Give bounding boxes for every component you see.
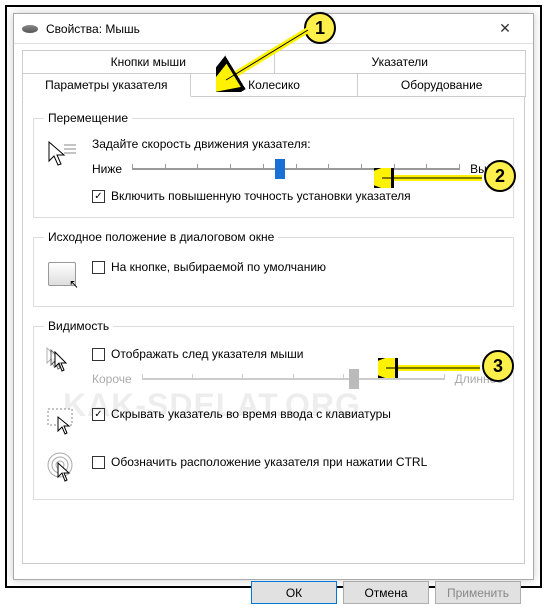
tab-wheel[interactable]: Колесико [190,73,359,97]
hide-icon [44,401,80,437]
enhance-precision-checkbox[interactable]: ✓ [92,190,105,203]
visibility-legend: Видимость [44,319,113,333]
tab-pointer-options[interactable]: Параметры указателя [22,73,191,97]
motion-group: Перемещение Задайте скорость движения ук… [33,111,514,218]
hide-typing-label: Скрывать указатель во время ввода с клав… [111,407,391,421]
speed-slider[interactable] [132,159,460,179]
window-title: Свойства: Мышь [46,22,485,36]
tab-buttons[interactable]: Кнопки мыши [22,50,275,73]
tab-hardware[interactable]: Оборудование [357,73,526,97]
tab-pointers[interactable]: Указатели [274,50,527,73]
tab-content: KAK-SDELAT.ORG Перемещение Задайте скоро… [22,96,525,564]
trails-slider [142,369,445,389]
ctrl-locate-checkbox[interactable] [92,456,105,469]
speed-high-label: Выше [470,162,503,176]
trails-low-label: Короче [92,372,132,386]
speed-low-label: Ниже [92,162,122,176]
close-button[interactable]: ✕ [485,20,525,37]
snap-icon: ↖ [44,256,80,292]
snap-group: Исходное положение в диалоговом окне ↖ Н… [33,230,514,307]
visibility-group: Видимость Отображать след указателя мыши… [33,319,514,500]
trails-icon [44,345,80,381]
hide-typing-checkbox[interactable]: ✓ [92,408,105,421]
trails-high-label: Длиннее [455,372,503,386]
titlebar: Свойства: Мышь ✕ [14,14,533,44]
trails-checkbox[interactable] [92,348,105,361]
enhance-precision-label: Включить повышенную точность установки у… [111,189,411,203]
ctrl-locate-icon [44,449,80,485]
trails-label: Отображать след указателя мыши [111,347,304,361]
tabs: Кнопки мыши Указатели Параметры указател… [14,44,533,97]
mouse-icon [22,25,38,33]
speed-label: Задайте скорость движения указателя: [92,137,503,151]
snap-default-checkbox[interactable] [92,261,105,274]
ctrl-locate-label: Обозначить расположение указателя при на… [111,455,427,469]
snap-legend: Исходное положение в диалоговом окне [44,230,278,244]
motion-legend: Перемещение [44,111,132,125]
snap-default-label: На кнопке, выбираемой по умолчанию [111,260,326,274]
motion-icon [44,137,80,173]
mouse-properties-dialog: Свойства: Мышь ✕ Кнопки мыши Указатели П… [13,13,534,580]
